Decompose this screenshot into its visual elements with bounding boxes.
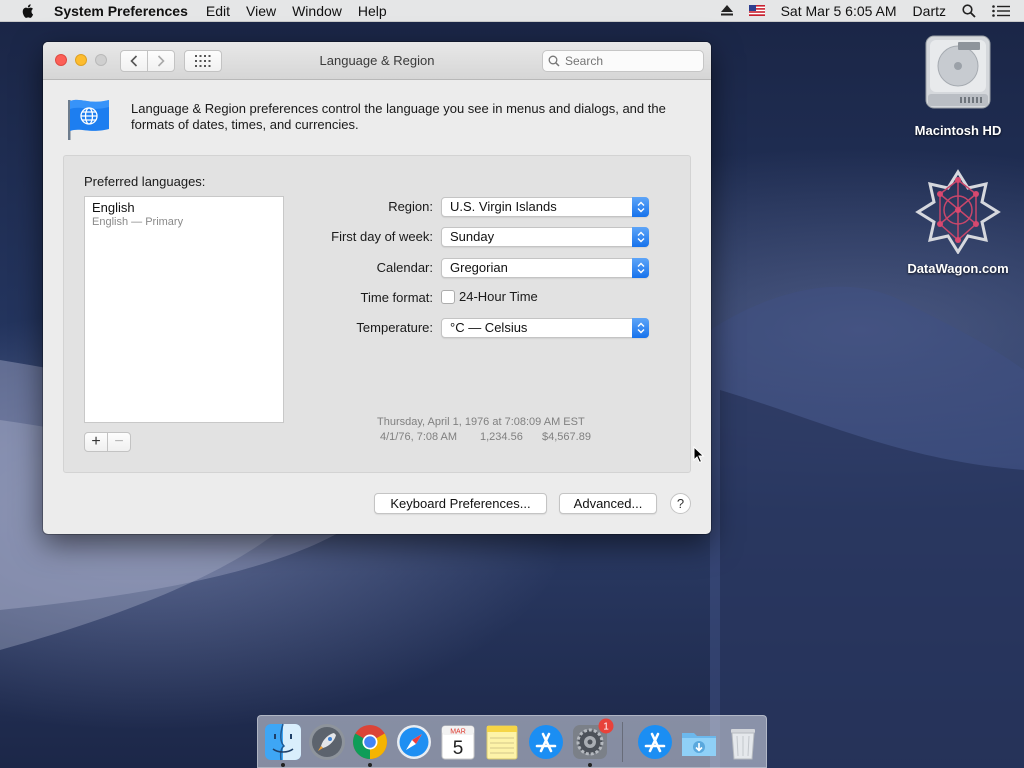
preferred-languages-label: Preferred languages: [84, 174, 206, 189]
language-region-window: Language & Region Language & Region pref… [43, 42, 711, 534]
safari-compass-icon [397, 725, 431, 759]
window-titlebar[interactable]: Language & Region [43, 42, 711, 80]
downloads-folder-icon [682, 733, 716, 756]
sample-long-date: Thursday, April 1, 1976 at 7:08:09 AM ES… [377, 416, 585, 428]
dock-finder[interactable] [263, 722, 303, 762]
chevron-updown-icon [632, 197, 649, 217]
app-store-icon [529, 725, 563, 759]
advanced-button[interactable]: Advanced... [559, 493, 657, 514]
eject-icon[interactable] [720, 5, 733, 16]
app-store-icon [638, 725, 672, 759]
list-item[interactable]: English English — Primary [85, 197, 283, 231]
datawagon-logo-icon [915, 169, 1001, 255]
dock-notes[interactable] [482, 722, 522, 762]
dock: MAR 5 1 [257, 715, 767, 768]
menu-app-name[interactable]: System Preferences [52, 3, 198, 19]
dock-app-store[interactable] [526, 722, 566, 762]
running-indicator [281, 763, 285, 767]
remove-language-button[interactable]: − [107, 432, 131, 452]
region-value: U.S. Virgin Islands [450, 199, 557, 214]
dock-trash[interactable] [723, 722, 763, 762]
search-field[interactable] [542, 50, 704, 72]
menu-window[interactable]: Window [284, 3, 350, 19]
keyboard-preferences-button[interactable]: Keyboard Preferences... [374, 493, 547, 514]
language-detail: English — Primary [92, 216, 184, 228]
help-button[interactable]: ? [670, 493, 691, 514]
menubar-clock[interactable]: Sat Mar 5 6:05 AM [781, 3, 897, 19]
sample-number: 1,234.56 [480, 431, 523, 443]
dock-chrome[interactable] [350, 722, 390, 762]
finder-icon [265, 723, 301, 761]
24-hour-time-checkbox[interactable] [441, 290, 455, 304]
mouse-cursor-icon [693, 446, 705, 464]
sample-currency: $4,567.89 [542, 431, 591, 443]
chrome-icon [353, 725, 387, 759]
launchpad-rocket-icon [309, 724, 345, 760]
trash-icon [731, 729, 755, 760]
sample-short-date: 4/1/76, 7:08 AM [380, 431, 458, 443]
dock-calendar[interactable]: MAR 5 [438, 722, 478, 762]
temperature-value: °C — Celsius [450, 320, 528, 335]
settings-panel: Preferred languages: English English — P… [63, 155, 691, 473]
chevron-updown-icon [632, 227, 649, 247]
desktop-icon-datawagon[interactable]: DataWagon.com [898, 168, 1018, 276]
first-day-label: First day of week: [331, 229, 433, 244]
preferred-languages-list[interactable]: English English — Primary [84, 196, 284, 423]
menu-edit[interactable]: Edit [198, 3, 238, 19]
desktop-icon-label: DataWagon.com [907, 261, 1009, 276]
dock-system-preferences[interactable]: 1 [570, 718, 614, 762]
hard-drive-icon [925, 35, 991, 109]
menu-view[interactable]: View [238, 3, 284, 19]
badge-count: 1 [603, 722, 609, 733]
notification-center-icon[interactable] [992, 4, 1010, 17]
time-format-label: Time format: [360, 290, 433, 305]
dock-safari[interactable] [394, 722, 434, 762]
calendar-value: Gregorian [450, 260, 508, 275]
desktop-icon-macintosh-hd[interactable]: Macintosh HD [898, 32, 1018, 138]
dock-separator [622, 722, 623, 762]
pane-description: Language & Region preferences control th… [131, 101, 666, 132]
calendar-icon: MAR 5 [441, 725, 475, 760]
menu-bar: System Preferences Edit View Window Help… [0, 0, 1024, 22]
search-icon [548, 55, 560, 67]
spotlight-search-icon[interactable] [962, 3, 976, 18]
search-input[interactable] [565, 54, 695, 68]
menu-help[interactable]: Help [350, 3, 395, 19]
language-region-flag-icon [65, 97, 111, 144]
first-day-value: Sunday [450, 229, 495, 244]
region-popup[interactable]: U.S. Virgin Islands [441, 197, 649, 217]
language-name: English [92, 200, 135, 215]
dock-launchpad[interactable] [307, 722, 347, 762]
dock-downloads[interactable] [679, 722, 719, 762]
temperature-popup[interactable]: °C — Celsius [441, 318, 649, 338]
dock-app-store-folder[interactable] [635, 722, 675, 762]
chevron-updown-icon [632, 318, 649, 338]
calendar-day: 5 [453, 738, 464, 759]
add-language-button[interactable]: + [84, 432, 108, 452]
desktop-icon-label: Macintosh HD [914, 123, 1002, 138]
calendar-popup[interactable]: Gregorian [441, 258, 649, 278]
calendar-label: Calendar: [376, 260, 433, 275]
apple-menu-icon[interactable] [20, 2, 38, 20]
us-flag-input-icon[interactable] [748, 5, 765, 16]
24-hour-time-label[interactable]: 24-Hour Time [459, 289, 538, 304]
notes-icon [486, 725, 518, 760]
running-indicator [368, 763, 372, 767]
calendar-month: MAR [450, 729, 466, 736]
temperature-label: Temperature: [356, 320, 433, 335]
notification-badge: 1 [598, 718, 614, 734]
running-indicator [588, 763, 592, 767]
menubar-user[interactable]: Dartz [913, 3, 946, 19]
region-label: Region: [388, 199, 433, 214]
chevron-updown-icon [632, 258, 649, 278]
first-day-popup[interactable]: Sunday [441, 227, 649, 247]
